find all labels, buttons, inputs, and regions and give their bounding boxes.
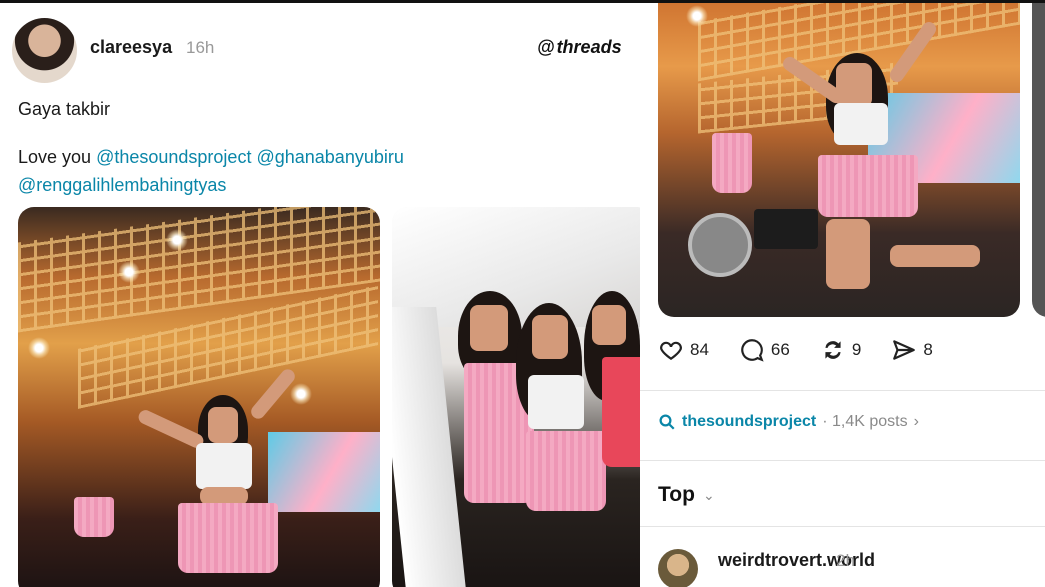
stage-monitor bbox=[754, 209, 818, 249]
post-username[interactable]: clareesya bbox=[90, 37, 172, 58]
chevron-right-icon: › bbox=[913, 413, 919, 430]
comment-icon bbox=[741, 339, 764, 362]
stage-light bbox=[686, 5, 708, 27]
person-outfit bbox=[602, 357, 640, 467]
person-face bbox=[532, 315, 568, 359]
repost-icon bbox=[825, 341, 841, 359]
repost-button[interactable]: 9 bbox=[820, 337, 861, 363]
post-photo-2[interactable] bbox=[392, 207, 640, 587]
like-count: 84 bbox=[690, 340, 709, 359]
post-photo-4-edge[interactable] bbox=[1032, 3, 1045, 317]
foreground-arm bbox=[392, 307, 468, 587]
stage-light bbox=[166, 229, 188, 251]
person-face bbox=[592, 305, 626, 345]
user-avatar[interactable] bbox=[12, 18, 77, 83]
dancer-figure bbox=[74, 497, 114, 537]
post-mentions: Love you @thesoundsproject @ghanabanyubi… bbox=[18, 143, 618, 199]
post-panel: clareesya 16h @ threads Gaya takbir Love… bbox=[0, 3, 640, 587]
next-post-timestamp: 2h bbox=[836, 551, 855, 570]
divider bbox=[640, 526, 1045, 527]
person-skirt bbox=[526, 431, 606, 511]
person-face bbox=[470, 305, 508, 351]
singer-face bbox=[208, 407, 238, 443]
reply-count: 66 bbox=[770, 340, 790, 359]
led-screen bbox=[268, 432, 380, 512]
post-photo-1[interactable] bbox=[18, 207, 380, 587]
stage-light bbox=[28, 337, 50, 359]
dancer-figure bbox=[712, 133, 752, 193]
threads-wordmark: threads bbox=[556, 37, 622, 57]
mention-link[interactable]: @thesoundsproject bbox=[96, 147, 251, 167]
repost-count: 9 bbox=[851, 340, 862, 359]
topic-tag-name[interactable]: thesoundsproject bbox=[682, 413, 816, 431]
singer-legs bbox=[826, 219, 870, 289]
threads-logo: @ threads bbox=[537, 37, 622, 58]
singer-top bbox=[834, 103, 888, 145]
search-icon bbox=[659, 414, 675, 430]
person-top bbox=[528, 375, 584, 429]
divider bbox=[640, 390, 1045, 391]
topic-tag-row[interactable]: thesoundsproject · 1,4K posts › bbox=[658, 413, 919, 431]
like-button[interactable]: 84 bbox=[658, 337, 709, 363]
singer-skirt bbox=[178, 503, 278, 573]
stage-light bbox=[118, 261, 140, 283]
share-button[interactable]: 8 bbox=[891, 337, 933, 363]
reply-button[interactable]: 66 bbox=[739, 337, 790, 363]
love-text: Love you bbox=[18, 147, 92, 167]
chevron-down-icon: ⌄ bbox=[702, 486, 715, 503]
send-icon bbox=[893, 340, 916, 360]
feed-sort-label: Top bbox=[658, 483, 695, 506]
post-caption: Gaya takbir bbox=[18, 99, 111, 119]
singer-legs bbox=[890, 245, 980, 267]
post-photo-3[interactable] bbox=[658, 3, 1020, 317]
heart-icon bbox=[660, 341, 682, 360]
stage-light bbox=[290, 383, 312, 405]
share-count: 8 bbox=[923, 340, 933, 359]
post-timestamp: 16h bbox=[186, 38, 215, 57]
mention-link[interactable]: @ghanabanyubiru bbox=[256, 147, 403, 167]
topic-post-count: · 1,4K posts bbox=[822, 413, 908, 430]
singer-top bbox=[196, 443, 252, 489]
divider bbox=[640, 460, 1045, 461]
singer-arm bbox=[136, 407, 206, 451]
singer-skirt bbox=[818, 155, 918, 217]
threads-at-icon: @ bbox=[537, 37, 555, 57]
post-actions: 84 66 9 8 bbox=[658, 337, 933, 363]
mention-link[interactable]: @renggalihlembahingtyas bbox=[18, 175, 226, 195]
stage-fan bbox=[688, 213, 752, 277]
post-continuation-panel: 84 66 9 8 thesoundsproject · 1,4K posts … bbox=[640, 3, 1045, 587]
next-post-avatar[interactable] bbox=[658, 549, 698, 587]
feed-sort-selector[interactable]: Top ⌄ bbox=[658, 483, 715, 507]
